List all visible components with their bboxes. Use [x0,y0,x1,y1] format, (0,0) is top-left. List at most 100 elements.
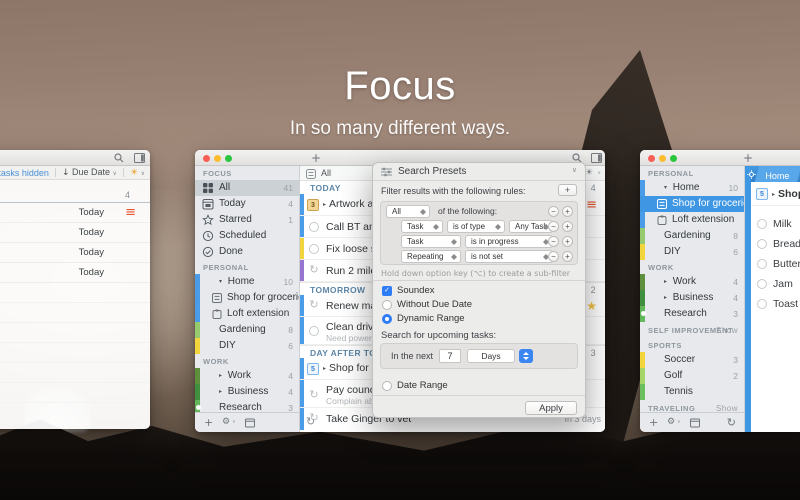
sidebar-item-diy[interactable]: DIY 6 [195,338,299,354]
sidebar-item-home[interactable]: ▾ Home 10 [640,180,744,196]
rule-operator-select[interactable]: is in progress [465,235,553,248]
sidebar-item-tennis[interactable]: Tennis [640,384,744,400]
without-due-date-radio[interactable] [382,300,392,310]
dynamic-range-radio[interactable] [382,314,392,324]
task-checkbox[interactable] [757,279,767,289]
disclosure-icon[interactable]: ▾ [219,278,222,285]
add-subrule-button[interactable]: + [562,206,573,217]
close-button[interactable] [648,155,655,162]
repeat-icon[interactable]: ↻ [308,389,320,401]
gear-icon[interactable] [747,170,756,179]
task-checkbox[interactable] [309,244,319,254]
sidebar-item-gardening[interactable]: Gardening 8 [195,322,299,338]
disclosure-icon[interactable]: ▸ [664,294,667,301]
add-rule-button[interactable]: + [562,251,573,262]
rule-value-select[interactable]: Any Task [509,220,553,233]
sidebar-item-all[interactable]: All 41 [195,180,299,196]
sidebar-item-golf[interactable]: Golf 2 [640,368,744,384]
sidebar-item-work[interactable]: ▸ Work 4 [640,274,744,290]
option-row-without-due-date[interactable]: Without Due Date [373,298,585,311]
add-list-button[interactable]: + [649,416,658,429]
sidebar-item-shop-for-groceries[interactable]: Shop for groceries [195,290,299,306]
rule-field-select[interactable]: Task [401,235,461,248]
option-row-dynamic-range[interactable]: Dynamic Range [373,312,585,325]
rule-field-select[interactable]: Task [401,220,443,233]
disclosure-icon[interactable]: ▾ [664,184,667,191]
sync-icon[interactable]: ↻ [306,415,315,428]
task-checkbox[interactable] [757,299,767,309]
zoom-button[interactable] [225,155,232,162]
add-task-button[interactable]: + [311,151,321,165]
sidebar-item-loft-extension[interactable]: Loft extension [195,306,299,322]
minimize-button[interactable] [659,155,666,162]
option-row-soundex[interactable]: ✓ Soundex [373,284,585,297]
sync-icon[interactable]: ↻ [727,416,736,429]
gear-menu-button[interactable]: ⚙ [667,416,675,429]
remove-rule-button[interactable]: − [548,236,559,247]
sidebar-item-research[interactable]: Research 3 [640,306,744,322]
remove-rule-button[interactable]: − [548,221,559,232]
task-checkbox[interactable] [757,219,767,229]
panel-item[interactable]: Jam [751,274,800,294]
rule-operator-select[interactable]: is of type [447,220,505,233]
sidebar-item-work[interactable]: ▸ Work 4 [195,368,299,384]
option-row-date-range[interactable]: Date Range [373,379,585,392]
add-list-button[interactable]: + [204,416,213,429]
panel-item[interactable]: Bread [751,234,800,254]
panel-item[interactable]: Butter [751,254,800,274]
calendar-panel-icon[interactable] [245,418,255,428]
soundex-checkbox[interactable]: ✓ [382,286,392,296]
task-row[interactable]: Today ≡ [0,203,150,223]
minimize-button[interactable] [214,155,221,162]
sidebar-toggle-icon[interactable] [134,153,145,163]
sun-icon[interactable]: ☀ [585,168,593,178]
repeat-icon[interactable]: ↻ [308,264,320,276]
sidebar-item-soccer[interactable]: Soccer 3 [640,352,744,368]
days-count-field[interactable]: 7 [439,349,461,363]
add-rule-button[interactable]: + [562,221,573,232]
show-link[interactable]: Show [716,322,738,339]
add-rule-button[interactable]: + [558,184,577,196]
sidebar-item-starred[interactable]: Starred 1 [195,212,299,228]
add-task-button[interactable]: + [743,151,753,165]
disclosure-icon[interactable]: ▸ [219,388,222,395]
close-button[interactable] [203,155,210,162]
task-checkbox[interactable] [309,326,319,336]
sidebar-item-today[interactable]: Today 4 [195,196,299,212]
gear-menu-button[interactable]: ⚙ [222,416,230,429]
disclosure-icon[interactable]: ▸ [219,372,222,379]
task-checkbox[interactable] [309,222,319,232]
unit-stepper[interactable] [519,349,533,363]
task-checkbox[interactable] [757,259,767,269]
task-row[interactable]: Today [0,263,150,283]
calendar-panel-icon[interactable] [690,418,700,428]
sidebar-item-home[interactable]: ▾ Home 10 [195,274,299,290]
task-row[interactable]: Today [0,223,150,243]
sidebar-toggle-icon[interactable] [591,153,602,163]
add-rule-button[interactable]: + [562,236,573,247]
apply-button[interactable]: Apply [525,401,577,415]
sidebar-item-loft-extension[interactable]: Loft extension [640,212,744,228]
date-range-radio[interactable] [382,381,392,391]
rule-operator-select[interactable]: is not set [465,250,553,263]
panel-item[interactable]: Milk [751,214,800,234]
unit-select[interactable]: Days [467,349,515,363]
task-row[interactable]: Today [0,243,150,263]
sidebar-item-business[interactable]: ▸ Business 4 [640,290,744,306]
tab-home[interactable]: Home [755,166,800,182]
tasks-hidden-link[interactable]: 37 tasks hidden [0,168,49,178]
panel-item[interactable]: Toast [751,294,800,314]
remove-rule-button[interactable]: − [548,251,559,262]
priority-filter[interactable]: ☀ ∨ [130,167,145,178]
rule-field-select[interactable]: Repeating [401,250,461,263]
panel-list-header[interactable]: 5 ▸Shop for [751,182,800,206]
search-icon[interactable] [114,153,124,163]
remove-rule-button[interactable]: − [548,206,559,217]
sidebar-item-diy[interactable]: DIY 6 [640,244,744,260]
task-checkbox[interactable] [757,239,767,249]
zoom-button[interactable] [670,155,677,162]
sidebar-item-business[interactable]: ▸ Business 4 [195,384,299,400]
sidebar-item-shop-for-groceries[interactable]: Shop for groceries [640,196,744,212]
sidebar-item-scheduled[interactable]: Scheduled [195,228,299,244]
sidebar-item-done[interactable]: Done [195,244,299,260]
